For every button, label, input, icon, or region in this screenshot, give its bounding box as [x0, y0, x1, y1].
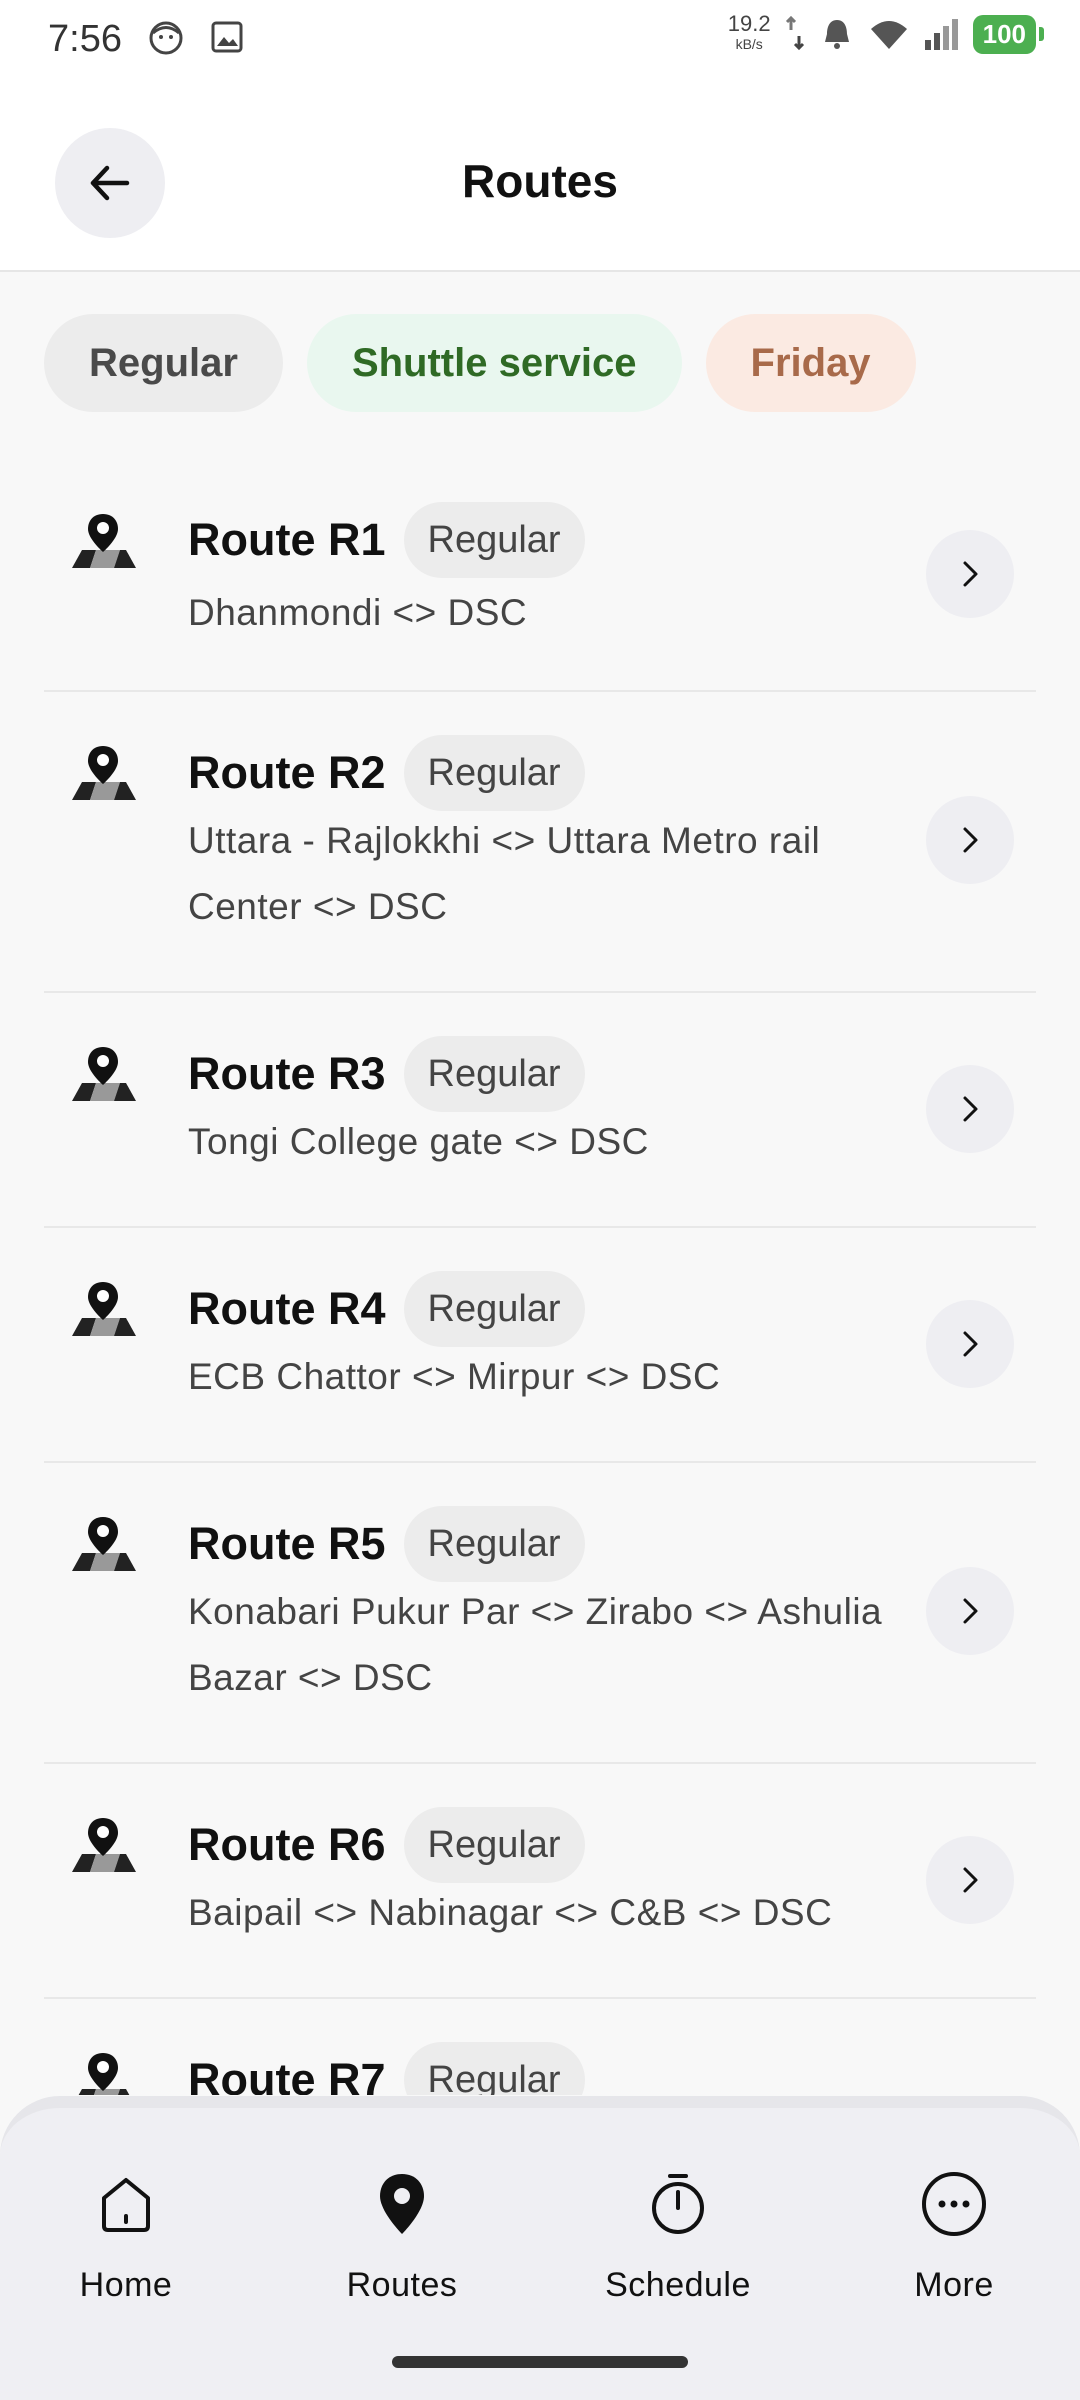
home-indicator[interactable]: [392, 2356, 688, 2368]
route-type-badge: Regular: [403, 1506, 585, 1582]
route-description: Konabari Pukur Par <> Zirabo <> Ashulia …: [188, 1591, 883, 1698]
nav-schedule-label: Schedule: [605, 2266, 751, 2304]
map-pin-icon: [380, 2174, 424, 2234]
route-item-r5[interactable]: Route R5 Regular Konabari Pukur Par <> Z…: [44, 1463, 1036, 1764]
route-open-button[interactable]: [926, 1836, 1014, 1924]
route-header: Route R7 Regular: [188, 2042, 585, 2095]
stopwatch-icon: [652, 2174, 704, 2234]
page-title: Routes: [462, 155, 618, 207]
route-description: Tongi College gate <> DSC: [188, 1121, 649, 1162]
bottom-navigation: Home Routes Schedule More: [0, 2096, 1080, 2400]
chevron-right-icon: [963, 827, 978, 853]
route-open-button[interactable]: [926, 1065, 1014, 1153]
home-icon: [102, 2178, 150, 2232]
map-location-icon: [72, 1517, 136, 1571]
route-name: Route R4: [188, 1283, 386, 1334]
nav-more-label: More: [914, 2266, 994, 2304]
route-type-badge: Regular: [403, 502, 585, 578]
nav-schedule[interactable]: Schedule: [578, 2168, 778, 2305]
route-name: Route R1: [188, 514, 386, 565]
status-right-group: 19.2 kB/s 100: [727, 11, 1045, 54]
filter-chips: Regular Shuttle service Friday: [44, 314, 916, 412]
face-notification-icon: [149, 21, 183, 55]
map-location-icon: [78, 2053, 130, 2095]
route-type-badge: Regular: [403, 2042, 585, 2095]
image-notification-icon: [211, 21, 243, 53]
route-item-r3[interactable]: Route R3 Regular Tongi College gate <> D…: [44, 993, 1036, 1228]
map-location-icon: [72, 1282, 136, 1336]
route-type-badge: Regular: [403, 735, 585, 811]
data-transfer-icon: [785, 16, 804, 51]
nav-more[interactable]: More: [854, 2168, 1054, 2305]
route-open-button[interactable]: [926, 1567, 1014, 1655]
route-name: Route R5: [188, 1518, 386, 1569]
route-item-r4[interactable]: Route R4 Regular ECB Chattor <> Mirpur <…: [44, 1228, 1036, 1463]
chevron-right-icon: [963, 1331, 978, 1357]
nav-home[interactable]: Home: [26, 2168, 226, 2305]
route-name: Route R2: [188, 747, 386, 798]
route-item-r1[interactable]: Route R1 Regular Dhanmondi <> DSC: [44, 430, 1036, 692]
more-icon: [922, 2172, 986, 2236]
route-type-badge: Regular: [403, 1807, 585, 1883]
route-header: Route R1 Regular: [188, 502, 585, 578]
route-name: Route R3: [188, 1048, 386, 1099]
chevron-right-icon: [963, 1867, 978, 1893]
route-open-button[interactable]: [926, 796, 1014, 884]
nav-home-label: Home: [79, 2266, 173, 2304]
status-bar: 7:56 19.2 kB/s 100: [0, 0, 1080, 84]
route-open-button[interactable]: [926, 530, 1014, 618]
route-header: Route R3 Regular: [188, 1036, 585, 1112]
app-bar: Routes: [0, 84, 1080, 272]
route-list: Route R1 Regular Dhanmondi <> DSC Route …: [44, 430, 1036, 2095]
route-header: Route R5 Regular: [188, 1506, 585, 1582]
alarm-icon: [824, 20, 849, 49]
battery-indicator: 100: [972, 14, 1045, 54]
route-description: Baipail <> Nabinagar <> C&B <> DSC: [188, 1892, 833, 1933]
map-location-icon: [72, 1818, 136, 1872]
route-header: Route R2 Regular: [188, 735, 585, 811]
network-speed-unit: kB/s: [735, 36, 763, 52]
nav-routes-label: Routes: [346, 2266, 458, 2304]
route-name: Route R7: [188, 2054, 386, 2095]
chevron-right-icon: [963, 1598, 978, 1624]
filter-chip-shuttle-service[interactable]: Shuttle service: [306, 314, 682, 412]
filter-chip-regular[interactable]: Regular: [44, 314, 283, 412]
route-open-button[interactable]: [926, 1300, 1014, 1388]
route-item-r2[interactable]: Route R2 Regular Uttara - Rajlokkhi <> U…: [44, 692, 1036, 993]
route-item-r7[interactable]: Route R7 Regular: [44, 1999, 1036, 2095]
route-type-badge: Regular: [403, 1271, 585, 1347]
map-location-icon: [72, 1047, 136, 1101]
map-location-icon: [72, 514, 136, 568]
map-location-icon: [72, 746, 136, 800]
route-description: ECB Chattor <> Mirpur <> DSC: [188, 1356, 721, 1397]
route-name: Route R6: [188, 1819, 386, 1870]
wifi-icon: [870, 21, 907, 49]
route-header: Route R4 Regular: [188, 1271, 585, 1347]
route-item-r6[interactable]: Route R6 Regular Baipail <> Nabinagar <>…: [44, 1764, 1036, 1999]
filter-chip-friday[interactable]: Friday: [705, 314, 916, 412]
route-description: Uttara - Rajlokkhi <> Uttara Metro rail …: [188, 820, 821, 927]
route-description: Dhanmondi <> DSC: [188, 592, 528, 633]
route-header: Route R6 Regular: [188, 1807, 585, 1883]
status-time: 7:56: [48, 18, 122, 60]
network-speed-value: 19.2: [727, 11, 771, 36]
cellular-signal-icon: [924, 19, 958, 50]
nav-routes[interactable]: Routes: [302, 2168, 502, 2305]
chevron-right-icon: [963, 561, 978, 587]
network-speed: 19.2 kB/s: [727, 11, 771, 54]
route-type-badge: Regular: [403, 1036, 585, 1112]
chevron-right-icon: [963, 1096, 978, 1122]
